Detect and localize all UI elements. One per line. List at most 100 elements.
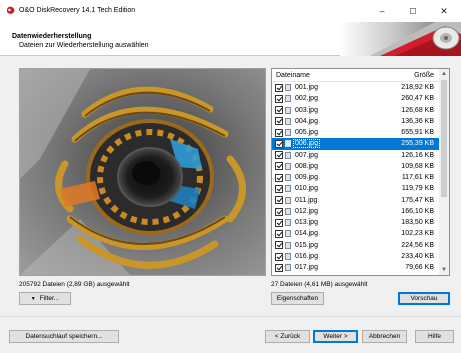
- file-size: 136,36 KB: [401, 117, 434, 125]
- file-name: 017.jpg: [295, 264, 318, 272]
- file-icon: [285, 219, 291, 227]
- file-icon: [285, 196, 291, 204]
- file-size: 218,92 KB: [401, 84, 434, 91]
- table-row[interactable]: 007.jpg 126,16 KB: [272, 150, 440, 161]
- file-name: 008.jpg: [295, 162, 318, 170]
- file-size: 119,79 KB: [401, 185, 434, 193]
- file-checkbox[interactable]: [275, 184, 283, 193]
- dropdown-arrow-icon: ▼: [30, 295, 36, 302]
- table-row[interactable]: 015.jpg 224,56 KB: [272, 240, 440, 251]
- file-checkbox[interactable]: [275, 196, 283, 205]
- file-checkbox[interactable]: [275, 230, 283, 239]
- file-icon: [285, 117, 291, 125]
- file-rows: 001.jpg 218,92 KB 002.jpg 260,47 KB 003.jpg 1…: [272, 82, 440, 274]
- file-size: 166,10 KB: [401, 207, 434, 215]
- table-row[interactable]: 011.jpg 175,47 KB: [272, 195, 440, 206]
- file-icon: [285, 264, 291, 272]
- file-checkbox[interactable]: [275, 139, 283, 148]
- file-icon: [285, 95, 291, 103]
- file-size: 260,47 KB: [401, 95, 434, 103]
- file-name: 005.jpg: [295, 129, 318, 137]
- properties-button[interactable]: Eigenschaften: [271, 292, 324, 305]
- table-row[interactable]: 002.jpg 260,47 KB: [272, 93, 440, 104]
- file-icon: [285, 241, 291, 249]
- table-row[interactable]: 009.jpg 117,61 KB: [272, 172, 440, 183]
- file-icon: [285, 185, 291, 193]
- app-logo-icon: [7, 6, 15, 14]
- scroll-down-icon[interactable]: ▼: [439, 265, 449, 275]
- help-button[interactable]: Hilfe: [415, 330, 454, 343]
- file-icon: [285, 129, 291, 137]
- table-row[interactable]: 010.jpg 119,79 KB: [272, 183, 440, 194]
- file-icon: [285, 252, 291, 260]
- table-row[interactable]: 012.jpg 166,10 KB: [272, 206, 440, 217]
- file-size: 79,66 KB: [405, 264, 434, 272]
- table-row[interactable]: 001.jpg 218,92 KB: [272, 82, 440, 93]
- table-row[interactable]: 017.jpg 79,66 KB: [272, 262, 440, 273]
- table-row[interactable]: 013.jpg 183,50 KB: [272, 217, 440, 228]
- file-icon: [285, 207, 291, 215]
- file-checkbox[interactable]: [275, 83, 283, 92]
- scroll-up-icon[interactable]: ▲: [439, 69, 449, 79]
- file-size: 109,68 KB: [401, 162, 434, 170]
- file-name: 007.jpg: [295, 151, 318, 159]
- filter-button[interactable]: ▼ Filter...: [19, 292, 71, 305]
- cancel-button[interactable]: Abbrechen: [362, 330, 407, 343]
- preview-image-icon: [20, 69, 265, 275]
- file-checkbox[interactable]: [275, 151, 283, 160]
- file-checkbox[interactable]: [275, 252, 283, 261]
- next-button[interactable]: Weiter >: [313, 330, 358, 343]
- file-icon: [285, 162, 291, 170]
- table-row[interactable]: 005.jpg 655,91 KB: [272, 127, 440, 138]
- file-name: 003.jpg: [295, 106, 318, 114]
- file-size: 224,56 KB: [401, 241, 434, 249]
- file-size: 117,61 KB: [401, 174, 434, 182]
- file-name: 004.jpg: [295, 117, 318, 125]
- file-name: 006.jpg: [293, 139, 320, 149]
- file-name: 011.jpg: [295, 196, 318, 204]
- footer-divider: [0, 316, 461, 317]
- file-checkbox[interactable]: [275, 117, 283, 126]
- file-size: 102,23 KB: [401, 230, 434, 238]
- close-button[interactable]: ✕: [431, 3, 457, 19]
- file-checkbox[interactable]: [275, 106, 283, 115]
- page-subtitle: Dateien zur Wiederherstellung auswählen: [19, 42, 149, 49]
- list-scrollbar[interactable]: ▲ ▼: [439, 69, 449, 275]
- scroll-thumb[interactable]: [441, 80, 447, 197]
- preview-button[interactable]: Vorschau: [398, 292, 450, 305]
- file-name: 014.jpg: [295, 230, 318, 238]
- file-size: 126,68 KB: [401, 106, 434, 114]
- file-checkbox[interactable]: [275, 207, 283, 216]
- page-title: Datenwiederherstellung: [12, 33, 92, 40]
- file-checkbox[interactable]: [275, 218, 283, 227]
- save-scan-button[interactable]: Datensuchlauf speichern...: [9, 330, 119, 343]
- file-checkbox[interactable]: [275, 128, 283, 137]
- file-name: 016.jpg: [295, 252, 318, 260]
- file-size: 183,50 KB: [401, 219, 434, 227]
- table-row[interactable]: 003.jpg 126,68 KB: [272, 105, 440, 116]
- file-size: 255,39 KB: [401, 140, 434, 148]
- file-checkbox[interactable]: [275, 173, 283, 182]
- table-row[interactable]: 014.jpg 102,23 KB: [272, 228, 440, 239]
- maximize-button[interactable]: ☐: [400, 3, 426, 19]
- file-checkbox[interactable]: [275, 94, 283, 103]
- list-header: Dateiname Größe: [272, 69, 440, 82]
- table-row[interactable]: 004.jpg 136,36 KB: [272, 116, 440, 127]
- file-size: 655,91 KB: [401, 129, 434, 137]
- file-checkbox[interactable]: [275, 162, 283, 171]
- file-list[interactable]: Dateiname Größe 001.jpg 218,92 KB 002.jpg 2…: [271, 68, 450, 276]
- minimize-button[interactable]: –: [369, 3, 395, 19]
- column-header-name[interactable]: Dateiname: [276, 72, 310, 79]
- file-checkbox[interactable]: [275, 241, 283, 250]
- column-header-size[interactable]: Größe: [414, 72, 434, 79]
- file-icon: [285, 230, 291, 238]
- window-title: O&O DiskRecovery 14.1 Tech Edition: [19, 7, 136, 14]
- file-name: 001.jpg: [295, 84, 318, 91]
- table-row[interactable]: 006.jpg 255,39 KB: [272, 138, 440, 150]
- file-name: 012.jpg: [295, 207, 318, 215]
- title-bar: O&O DiskRecovery 14.1 Tech Edition – ☐ ✕: [0, 0, 461, 22]
- back-button[interactable]: < Zurück: [265, 330, 310, 343]
- table-row[interactable]: 016.jpg 233,40 KB: [272, 251, 440, 262]
- file-checkbox[interactable]: [275, 263, 283, 272]
- table-row[interactable]: 008.jpg 109,68 KB: [272, 161, 440, 172]
